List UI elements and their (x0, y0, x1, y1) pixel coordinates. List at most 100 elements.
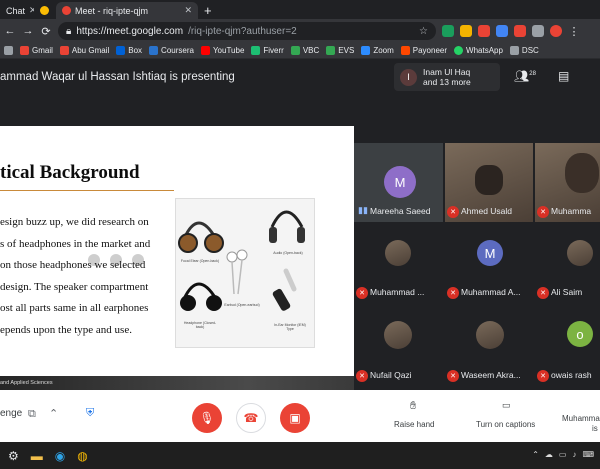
remove-icon[interactable] (132, 254, 144, 266)
captions-button[interactable]: Turn on captions (476, 420, 535, 429)
profile-icon[interactable] (550, 25, 562, 37)
mic-toggle-button[interactable]: 🎙︎ (192, 403, 222, 433)
chat-icon[interactable]: ▤ (558, 69, 569, 83)
settings-gear-icon[interactable]: ⚙ (8, 449, 19, 463)
participant-name: Mareeha Saeed (370, 206, 431, 216)
raise-hand-icon[interactable]: ✋︎ (410, 400, 416, 413)
copy-link-icon[interactable]: ⧉ (28, 408, 36, 421)
participant-count: 28 (529, 71, 536, 77)
mic-off-icon: ✕ (537, 206, 549, 218)
back-icon[interactable]: ← (4, 25, 16, 37)
bookmark-dsc[interactable]: DSC (509, 46, 539, 55)
participant-tile[interactable]: ✕ Ali Saim (535, 228, 600, 303)
forward-icon[interactable]: → (22, 25, 34, 37)
participant-name: Nufail Qazi (370, 370, 412, 380)
menu-icon[interactable]: ⋮ (568, 25, 580, 38)
mic-off-icon: ✕ (447, 370, 459, 382)
captions-icon[interactable]: ▭ (502, 400, 511, 411)
tab-meet[interactable]: Meet - riq-ipte-qjm ✕ (56, 2, 198, 19)
participant-tile[interactable]: ✕ Muhamma (535, 143, 600, 222)
youtube-icon (200, 46, 210, 55)
participant-photo (476, 321, 504, 349)
lock-icon: 🔒︎ (66, 25, 72, 37)
mute-overlay-icon[interactable] (110, 254, 122, 266)
mic-off-icon: ✕ (447, 287, 459, 299)
extension-icon[interactable] (460, 25, 472, 37)
bookmark-evs[interactable]: EVS (326, 46, 354, 55)
cloud-icon[interactable]: ☁ (545, 450, 553, 459)
bookmark-whatsapp[interactable]: WhatsApp (454, 46, 503, 55)
extension-icon[interactable] (496, 25, 508, 37)
bookmark-coursera[interactable]: Coursera (149, 46, 194, 55)
bookmark-vbc[interactable]: VBC (290, 46, 319, 55)
participant-tile[interactable]: ✕ Muhammad ... (354, 228, 443, 303)
chevron-up-icon[interactable]: ⌃ (49, 407, 58, 420)
extension-icon[interactable] (478, 25, 490, 37)
input-icon[interactable]: ⌨ (582, 450, 594, 459)
file-explorer-icon[interactable]: ▬ (31, 449, 43, 463)
gmail-icon (20, 46, 29, 55)
close-tab-icon[interactable]: ✕ (184, 5, 192, 16)
presenting-banner: ammad Waqar ul Hassan Ishtiaq is present… (0, 71, 235, 83)
extension-icon[interactable] (532, 25, 544, 37)
bookmark-youtube[interactable]: YouTube (200, 46, 244, 55)
slide: tical Background esign buzz up, we did r… (0, 126, 354, 376)
network-icon[interactable]: ▭ (559, 450, 567, 459)
raise-hand-button[interactable]: Raise hand (394, 420, 434, 429)
toolbar: ← → ⟳ 🔒︎ https://meet.google.com/riq-ipt… (0, 19, 600, 43)
coursera-icon (149, 46, 159, 55)
host-indicator[interactable]: I Inam Ul Haq and 13 more (394, 63, 500, 91)
bookmark-gmail[interactable]: Gmail (20, 46, 53, 55)
new-tab-button[interactable]: + (198, 2, 218, 19)
chrome-icon[interactable]: ◍ (77, 449, 87, 463)
screen: Chat ✕ Meet - riq-ipte-qjm ✕ + ← → ⟳ 🔒︎ … (0, 0, 600, 469)
participant-name: Muhammad ... (370, 287, 425, 297)
participant-name: Ahmed Usald (461, 206, 513, 216)
bookmark-box[interactable]: Box (116, 46, 142, 55)
leave-call-button[interactable]: ☎︎ (236, 403, 266, 433)
tab-chat[interactable]: Chat ✕ (0, 2, 34, 19)
zoom-icon (361, 46, 371, 55)
speaking-icon: ▮▮ (358, 205, 368, 215)
participant-tile[interactable]: M ✕ Muhammad A... (445, 228, 533, 303)
title-underline (0, 190, 174, 191)
participant-tile[interactable]: O ✕ owais rash (535, 309, 600, 386)
bookmark-apps[interactable] (4, 46, 13, 55)
bookmark-abu-gmail[interactable]: Abu Gmail (59, 46, 109, 55)
participant-tile[interactable]: ✕ Nufail Qazi (354, 309, 443, 386)
bookmark-payoneer[interactable]: Payoneer (400, 46, 447, 55)
people-icon[interactable]: 👥︎28 (514, 69, 536, 83)
volume-icon[interactable]: ♪ (572, 450, 576, 459)
bookmark-zoom[interactable]: Zoom (361, 46, 394, 55)
recording-dot-icon (62, 6, 71, 15)
slide-footer: and Applied Sciences (0, 376, 354, 390)
camera-toggle-button[interactable]: ▣ (280, 403, 310, 433)
fiverr-icon (251, 46, 261, 55)
participant-photo (385, 240, 411, 266)
address-bar[interactable]: 🔒︎ https://meet.google.com/riq-ipte-qjm?… (58, 22, 436, 40)
slide-title: tical Background (0, 162, 140, 183)
chevron-up-icon[interactable]: ⌃ (532, 450, 539, 459)
edge-icon[interactable]: ◉ (55, 449, 65, 463)
tab-strip: Chat ✕ Meet - riq-ipte-qjm ✕ + (0, 0, 600, 19)
apps-icon (4, 46, 13, 55)
extension-icon[interactable] (514, 25, 526, 37)
pin-icon[interactable] (88, 254, 100, 266)
payoneer-icon (400, 46, 410, 55)
reload-icon[interactable]: ⟳ (40, 25, 52, 38)
star-icon[interactable]: ☆ (419, 26, 428, 37)
participant-video (475, 165, 503, 195)
participant-tile[interactable]: ✕ Waseem Akra... (445, 309, 533, 386)
mic-off-icon: ✕ (356, 370, 368, 382)
avatar: M (477, 240, 503, 266)
security-shield-icon[interactable]: ⛨ (86, 407, 94, 420)
url-host: https://meet.google.com (76, 25, 184, 37)
vbc-icon (290, 46, 300, 55)
url-path: /riq-ipte-qjm?authuser=2 (188, 25, 297, 37)
presenter-label[interactable]: Muhamma (562, 414, 600, 423)
tab-pinned[interactable] (34, 2, 56, 19)
participant-tile[interactable]: ✕ Ahmed Usald (445, 143, 533, 222)
bookmark-fiverr[interactable]: Fiverr (251, 46, 284, 55)
participant-tile[interactable]: M ▮▮ Mareeha Saeed (354, 143, 443, 222)
extension-icon[interactable] (442, 25, 454, 37)
